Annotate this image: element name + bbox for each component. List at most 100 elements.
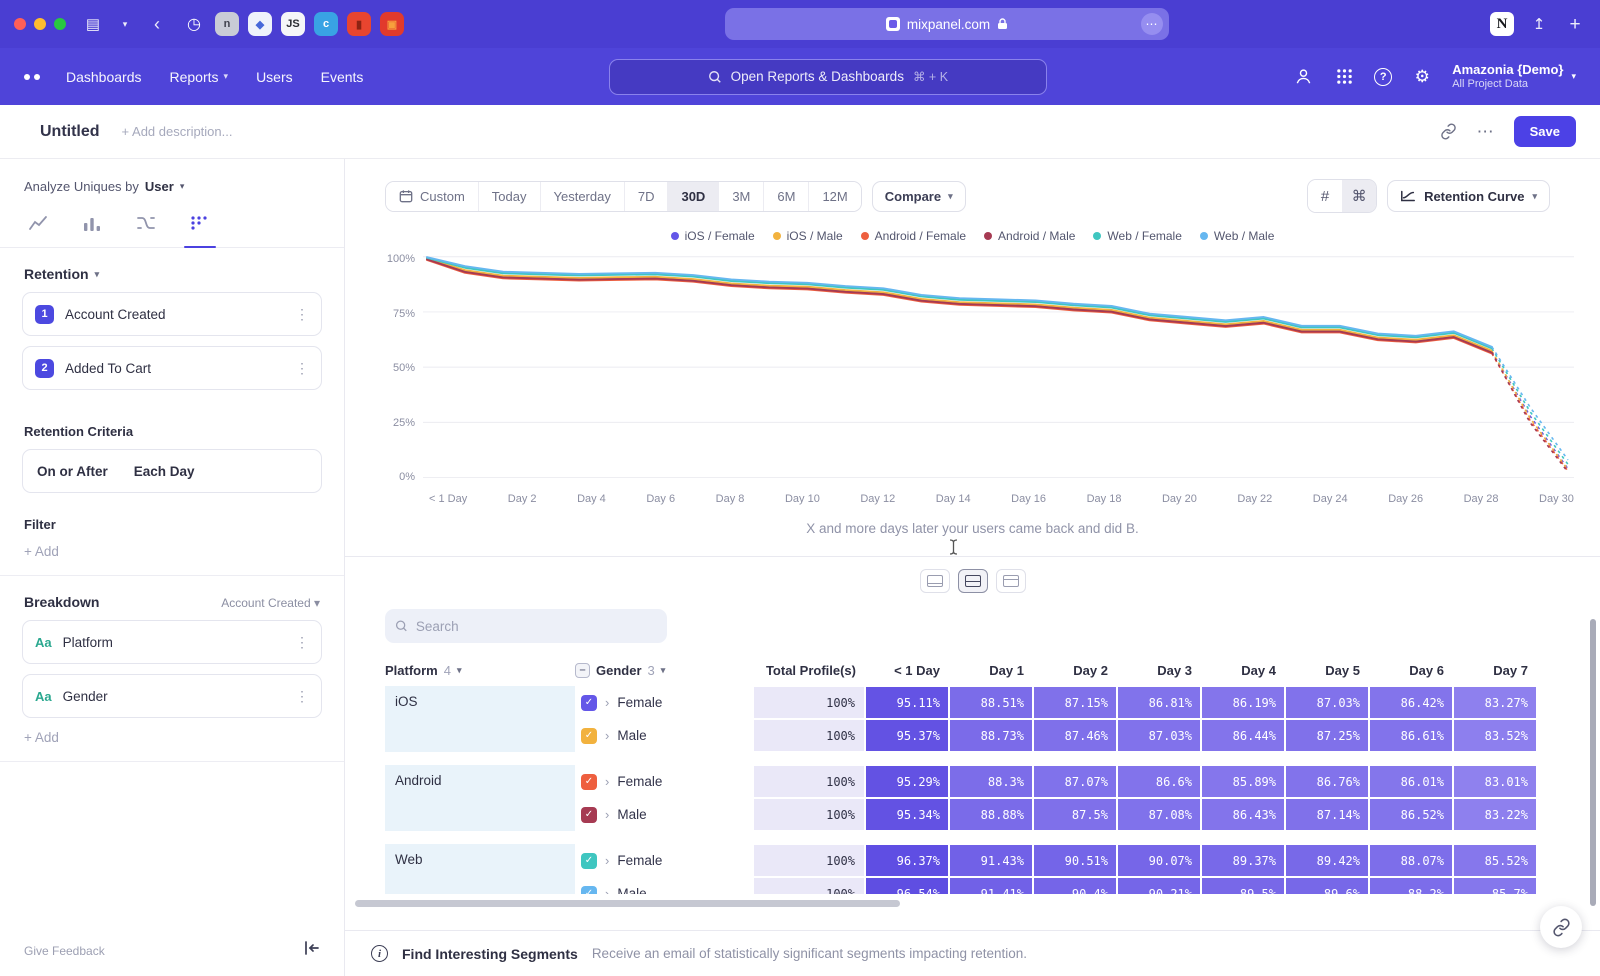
retention-value-cell[interactable]: 83.27% bbox=[1453, 686, 1537, 719]
retention-value-cell[interactable]: 86.42% bbox=[1369, 686, 1453, 719]
project-switcher[interactable]: Amazonia {Demo} All Project Data ▾ bbox=[1452, 62, 1576, 92]
criteria-each-day[interactable]: Each Day bbox=[134, 464, 195, 479]
kebab-menu-icon[interactable]: ⋮ bbox=[295, 688, 309, 705]
collapse-sidebar-icon[interactable] bbox=[304, 941, 320, 960]
settings-gear-icon[interactable]: ⚙ bbox=[1411, 66, 1433, 88]
retention-value-cell[interactable]: 88.07% bbox=[1369, 844, 1453, 877]
red-app-extension-icon[interactable]: ▣ bbox=[380, 12, 404, 36]
chevron-right-icon[interactable]: › bbox=[605, 807, 609, 822]
retention-value-cell[interactable]: 95.29% bbox=[865, 765, 949, 798]
day-column-header[interactable]: Day 2 bbox=[1033, 663, 1117, 678]
url-more-icon[interactable]: ⋯ bbox=[1141, 13, 1163, 35]
retention-value-cell[interactable]: 87.08% bbox=[1117, 798, 1201, 831]
range-30d[interactable]: 30D bbox=[668, 182, 719, 211]
gender-column-header[interactable]: –Gender3▾ bbox=[575, 663, 753, 678]
retention-value-cell[interactable]: 91.41% bbox=[949, 877, 1033, 894]
retention-section-heading[interactable]: Retention▾ bbox=[24, 266, 320, 282]
retention-value-cell[interactable]: 87.03% bbox=[1285, 686, 1369, 719]
retention-value-cell[interactable]: 89.37% bbox=[1201, 844, 1285, 877]
chevron-right-icon[interactable]: › bbox=[605, 695, 609, 710]
range-today[interactable]: Today bbox=[479, 182, 541, 211]
day-column-header[interactable]: Day 6 bbox=[1369, 663, 1453, 678]
retention-value-cell[interactable]: 95.34% bbox=[865, 798, 949, 831]
table-search[interactable] bbox=[385, 609, 667, 643]
day-column-header[interactable]: Day 1 bbox=[949, 663, 1033, 678]
range-3m[interactable]: 3M bbox=[719, 182, 764, 211]
mixpanel-logo[interactable] bbox=[24, 74, 40, 80]
retention-value-cell[interactable]: 90.21% bbox=[1117, 877, 1201, 894]
nav-item-dashboards[interactable]: Dashboards bbox=[66, 69, 142, 85]
new-tab-icon[interactable]: + bbox=[1564, 13, 1586, 35]
gender-checkbox[interactable]: ✓ bbox=[581, 774, 597, 790]
breakdown-item-gender[interactable]: AaGender⋮ bbox=[22, 674, 322, 718]
retention-value-cell[interactable]: 86.01% bbox=[1369, 765, 1453, 798]
split-rows-view-icon[interactable] bbox=[958, 569, 988, 593]
chevron-right-icon[interactable]: › bbox=[605, 886, 609, 894]
day-column-header[interactable]: Day 4 bbox=[1201, 663, 1285, 678]
js-extension-icon[interactable]: JS bbox=[281, 12, 305, 36]
chevron-right-icon[interactable]: › bbox=[605, 774, 609, 789]
n-extension-icon[interactable]: n bbox=[215, 12, 239, 36]
compare-button[interactable]: Compare▾ bbox=[872, 181, 966, 212]
legend-item[interactable]: iOS / Female bbox=[671, 229, 755, 243]
retention-value-cell[interactable]: 87.46% bbox=[1033, 719, 1117, 752]
retention-value-cell[interactable]: 90.4% bbox=[1033, 877, 1117, 894]
retention-value-cell[interactable]: 85.7% bbox=[1453, 877, 1537, 894]
retention-value-cell[interactable]: 88.2% bbox=[1369, 877, 1453, 894]
kebab-menu-icon[interactable]: ⋮ bbox=[295, 306, 309, 323]
apps-grid-icon[interactable] bbox=[1333, 66, 1355, 88]
tab-retention-icon[interactable] bbox=[188, 208, 212, 247]
legend-item[interactable]: iOS / Male bbox=[773, 229, 843, 243]
range-yesterday[interactable]: Yesterday bbox=[541, 182, 625, 211]
minimize-window-icon[interactable] bbox=[34, 18, 46, 30]
analyze-uniques-row[interactable]: Analyze Uniques by User ▾ bbox=[0, 159, 344, 204]
retention-value-cell[interactable]: 96.54% bbox=[865, 877, 949, 894]
retention-value-cell[interactable]: 91.43% bbox=[949, 844, 1033, 877]
gender-checkbox[interactable]: ✓ bbox=[581, 853, 597, 869]
retention-value-cell[interactable]: 83.01% bbox=[1453, 765, 1537, 798]
retention-value-cell[interactable]: 87.15% bbox=[1033, 686, 1117, 719]
legend-item[interactable]: Android / Female bbox=[861, 229, 966, 243]
nav-item-events[interactable]: Events bbox=[321, 69, 364, 85]
gender-checkbox[interactable]: ✓ bbox=[581, 807, 597, 823]
vertical-scrollbar[interactable] bbox=[1590, 619, 1596, 906]
breakdown-applies-to[interactable]: Account Created ▾ bbox=[221, 596, 320, 610]
day-column-header[interactable]: Day 3 bbox=[1117, 663, 1201, 678]
kebab-menu-icon[interactable]: ⋮ bbox=[295, 360, 309, 377]
retention-value-cell[interactable]: 83.52% bbox=[1453, 719, 1537, 752]
retention-value-cell[interactable]: 90.07% bbox=[1117, 844, 1201, 877]
single-row-view-icon[interactable] bbox=[920, 569, 950, 593]
c-extension-icon[interactable]: c bbox=[314, 12, 338, 36]
chevron-down-icon[interactable]: ▾ bbox=[114, 13, 136, 35]
retention-value-cell[interactable]: 88.3% bbox=[949, 765, 1033, 798]
clock-extension-icon[interactable]: ◷ bbox=[182, 12, 206, 36]
horizontal-scrollbar[interactable] bbox=[355, 900, 900, 907]
retention-value-cell[interactable]: 87.5% bbox=[1033, 798, 1117, 831]
retention-step-2[interactable]: 2Added To Cart⋮ bbox=[22, 346, 322, 390]
retention-criteria-card[interactable]: On or After Each Day bbox=[22, 449, 322, 493]
back-icon[interactable]: ‹ bbox=[146, 13, 168, 35]
retention-value-cell[interactable]: 88.88% bbox=[949, 798, 1033, 831]
retention-value-cell[interactable]: 85.89% bbox=[1201, 765, 1285, 798]
criteria-on-or-after[interactable]: On or After bbox=[37, 464, 108, 479]
retention-value-cell[interactable]: 86.76% bbox=[1285, 765, 1369, 798]
global-search[interactable]: Open Reports & Dashboards ⌘ + K bbox=[609, 59, 1047, 95]
legend-item[interactable]: Web / Male bbox=[1200, 229, 1274, 243]
close-window-icon[interactable] bbox=[14, 18, 26, 30]
header-table-view-icon[interactable] bbox=[996, 569, 1026, 593]
legend-item[interactable]: Android / Male bbox=[984, 229, 1075, 243]
more-options-icon[interactable]: ⋯ bbox=[1477, 122, 1494, 142]
kebab-menu-icon[interactable]: ⋮ bbox=[295, 634, 309, 651]
retention-value-cell[interactable]: 89.42% bbox=[1285, 844, 1369, 877]
retention-value-cell[interactable]: 96.37% bbox=[865, 844, 949, 877]
nav-item-reports[interactable]: Reports▾ bbox=[170, 69, 229, 85]
report-title[interactable]: Untitled bbox=[40, 123, 100, 141]
legend-item[interactable]: Web / Female bbox=[1093, 229, 1181, 243]
notion-icon[interactable]: N bbox=[1490, 12, 1514, 36]
retention-value-cell[interactable]: 89.5% bbox=[1201, 877, 1285, 894]
retention-value-cell[interactable]: 86.52% bbox=[1369, 798, 1453, 831]
range-7d[interactable]: 7D bbox=[625, 182, 669, 211]
gender-checkbox[interactable]: ✓ bbox=[581, 695, 597, 711]
save-button[interactable]: Save bbox=[1514, 116, 1576, 147]
platform-column-header[interactable]: Platform4▾ bbox=[385, 663, 575, 678]
